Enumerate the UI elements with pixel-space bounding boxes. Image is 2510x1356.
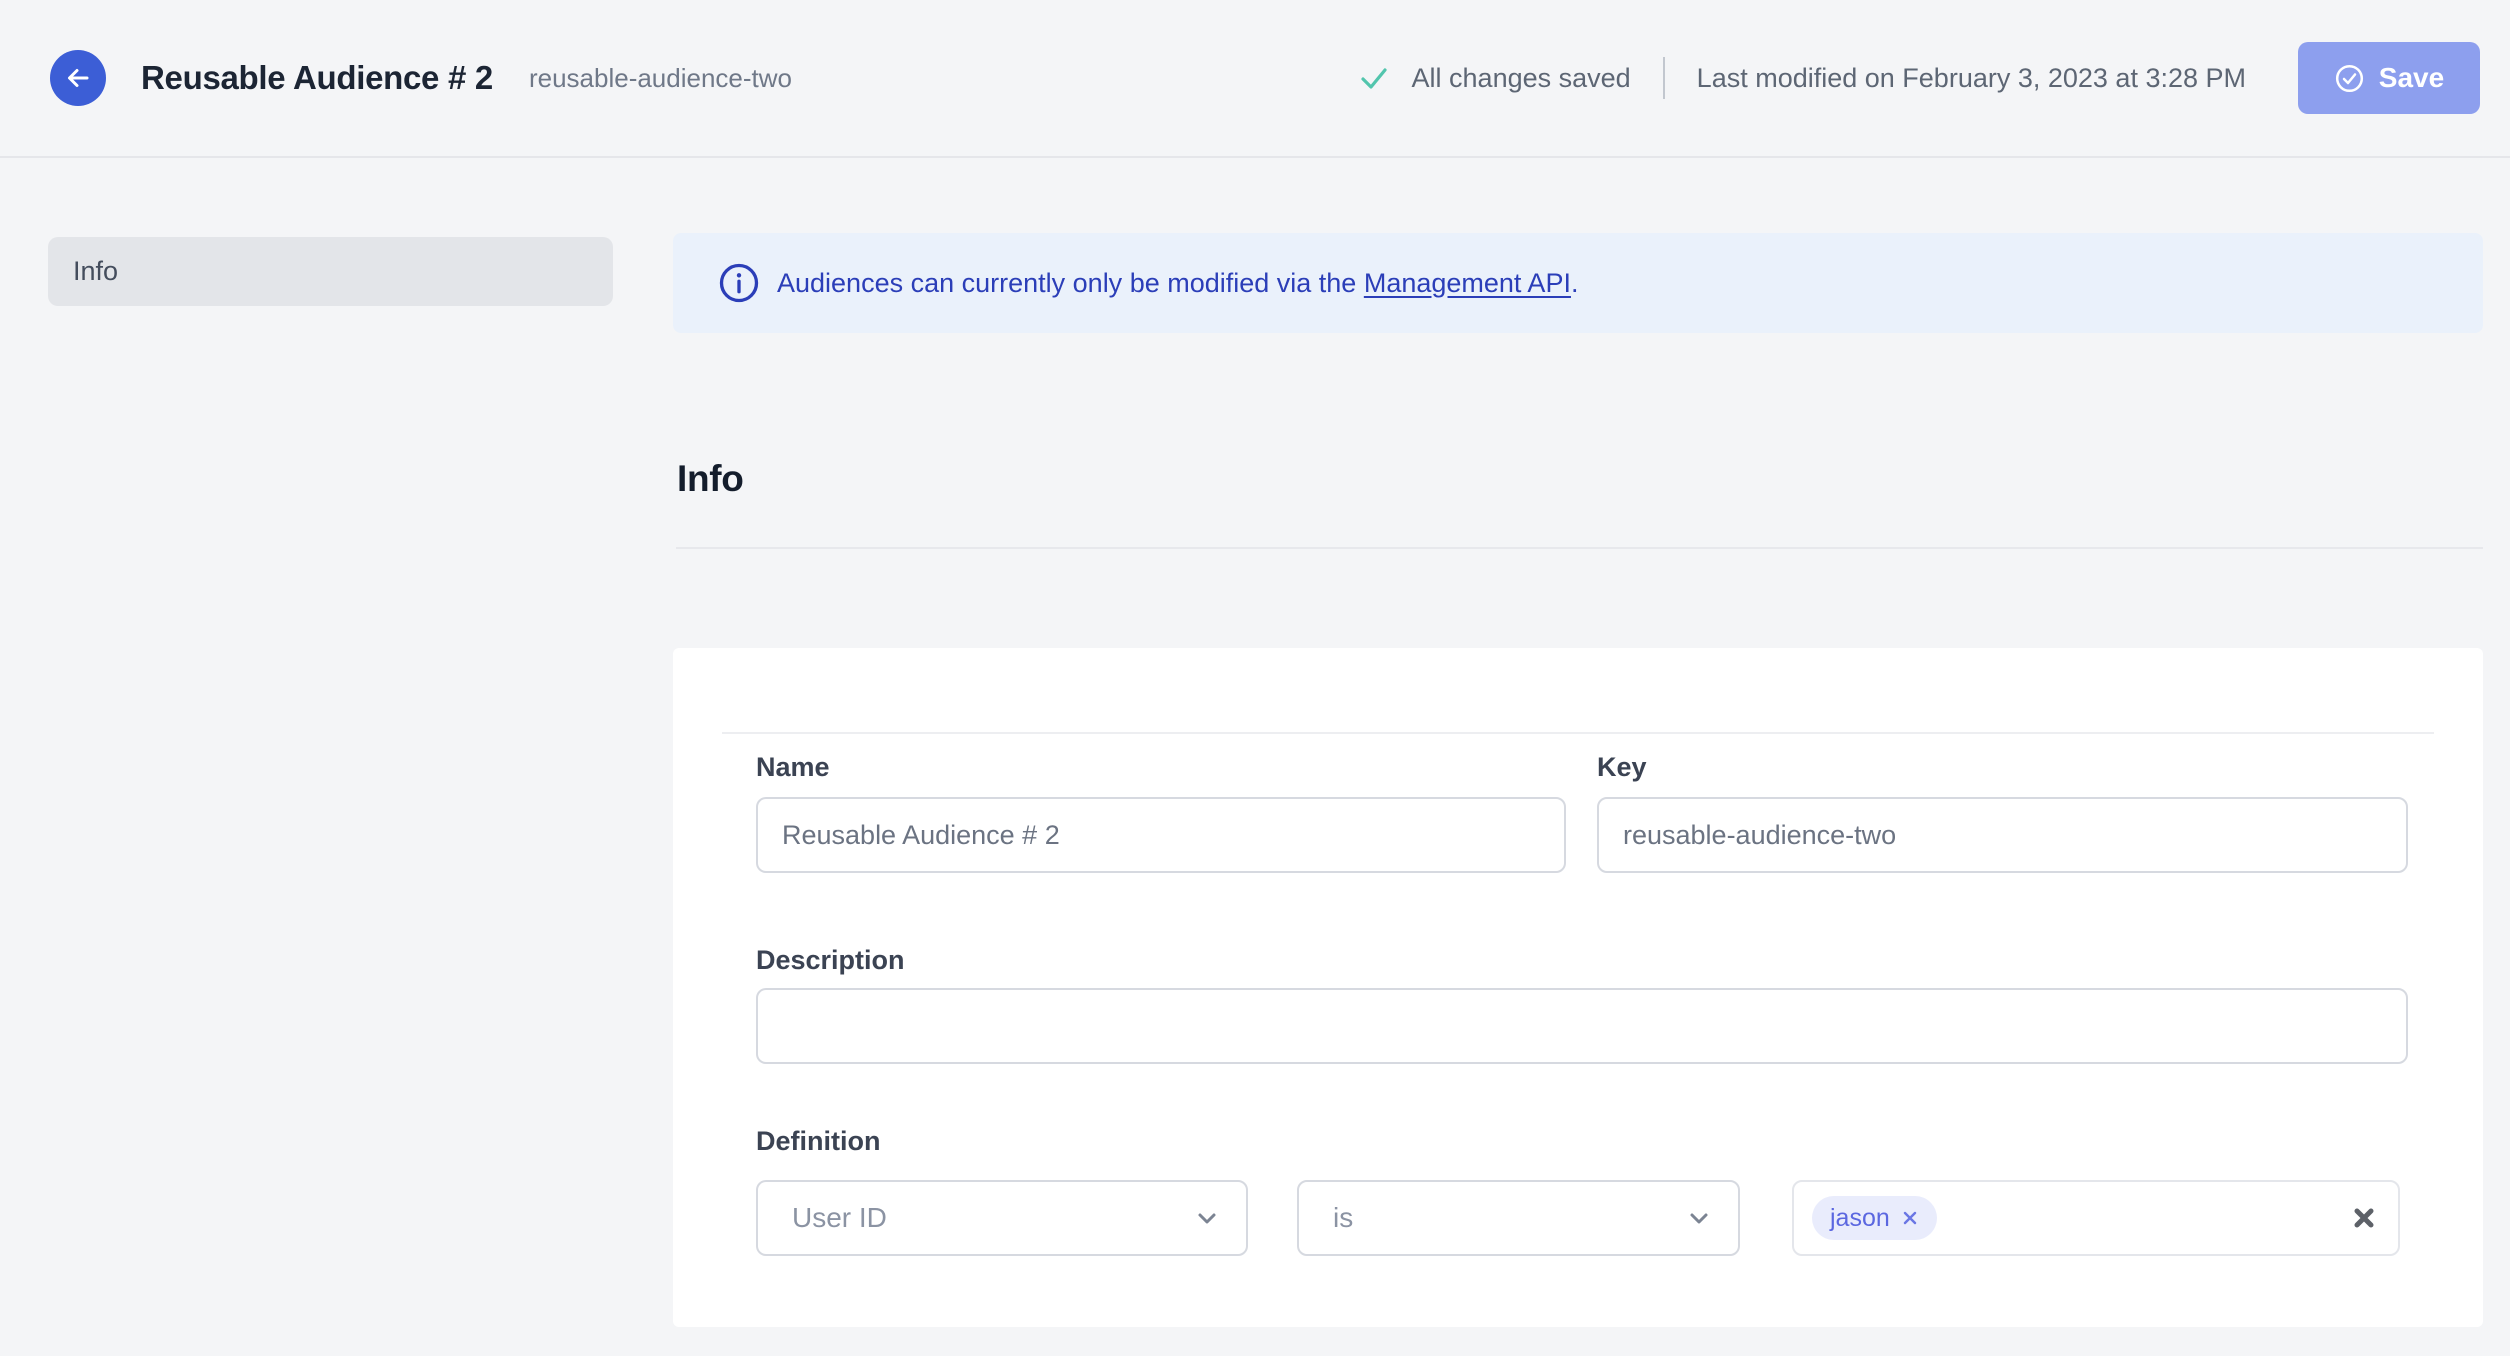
saved-status-text: All changes saved	[1411, 62, 1631, 93]
chip-remove-x-icon[interactable]	[1901, 1209, 1919, 1227]
arrow-left-icon	[63, 63, 93, 93]
chevron-down-icon	[1194, 1205, 1220, 1231]
name-input[interactable]	[756, 797, 1566, 873]
saved-status: All changes saved	[1358, 62, 1631, 94]
key-input[interactable]	[1597, 797, 2408, 873]
chevron-down-icon	[1686, 1205, 1712, 1231]
value-chip-label: jason	[1830, 1203, 1890, 1232]
description-input[interactable]	[756, 988, 2408, 1064]
section-title: Info	[677, 458, 744, 499]
circle-check-icon	[2334, 63, 2365, 94]
value-token-input[interactable]: jason	[1792, 1180, 2400, 1256]
operator-dropdown[interactable]: is	[1297, 1180, 1740, 1256]
sidebar-item-info[interactable]: Info	[48, 237, 613, 306]
save-button[interactable]: Save	[2298, 42, 2480, 114]
page-slug: reusable-audience-two	[528, 62, 792, 93]
key-label: Key	[1597, 752, 1647, 782]
banner-text-after: .	[1570, 267, 1579, 298]
check-icon	[1358, 62, 1390, 94]
trait-dropdown-value: User ID	[792, 1202, 887, 1233]
sidebar-item-label: Info	[73, 256, 119, 286]
audience-edit-page: Reusable Audience # 2 reusable-audience-…	[0, 0, 2510, 1356]
info-form-card: Name Key Description Definition User ID …	[673, 648, 2483, 1327]
header-divider	[1662, 57, 1665, 99]
card-top-divider	[722, 732, 2434, 734]
banner-text-before: Audiences can currently only be modified…	[777, 267, 1364, 298]
name-label: Name	[756, 752, 830, 782]
banner-text: Audiences can currently only be modified…	[777, 268, 1578, 299]
save-button-label: Save	[2378, 62, 2445, 93]
section-divider	[676, 547, 2483, 549]
last-modified-text: Last modified on February 3, 2023 at 3:2…	[1696, 62, 2246, 93]
info-banner: Audiences can currently only be modified…	[673, 233, 2483, 333]
trait-dropdown[interactable]: User ID	[756, 1180, 1248, 1256]
info-circle-icon	[718, 262, 760, 304]
value-chip: jason	[1812, 1196, 1937, 1240]
operator-dropdown-value: is	[1333, 1202, 1354, 1233]
clear-values-x-icon[interactable]	[2352, 1206, 2376, 1230]
description-label: Description	[756, 945, 905, 975]
page-title: Reusable Audience # 2	[141, 59, 493, 96]
management-api-link[interactable]: Management API	[1364, 268, 1571, 298]
header-bar: Reusable Audience # 2 reusable-audience-…	[0, 0, 2510, 158]
definition-label: Definition	[756, 1126, 881, 1156]
back-button[interactable]	[50, 50, 106, 106]
